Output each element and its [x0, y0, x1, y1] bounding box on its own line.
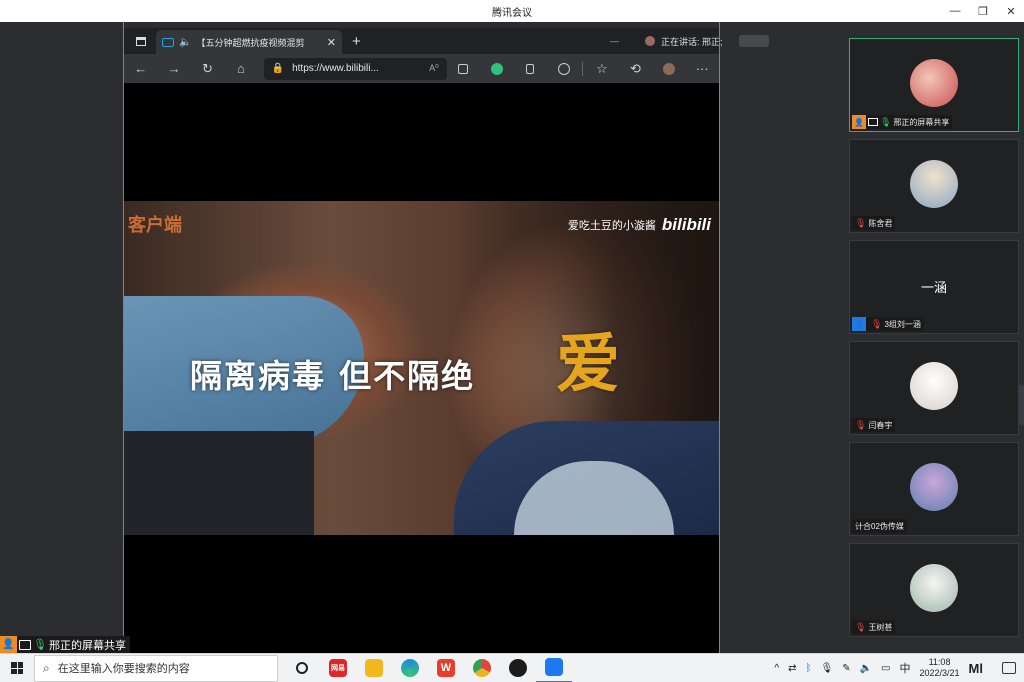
mic-on-icon: 🎙 — [33, 639, 47, 651]
participant-avatar — [910, 59, 958, 107]
share-border — [123, 22, 720, 653]
participant-label: 🎙 王树甚 — [852, 620, 896, 634]
taskbar-app-netease[interactable]: 网易 — [320, 654, 356, 682]
participant-avatar — [910, 463, 958, 511]
participant-label: 🎙 陈舍君 — [852, 216, 896, 230]
speaker-blur-chip — [738, 35, 769, 47]
clock-date: 2022/3/21 — [919, 668, 960, 678]
participant-tile[interactable]: 🎙 闫春宇 — [849, 341, 1019, 435]
mic-muted-icon: 🎙 — [855, 419, 867, 430]
screen-share-icon — [19, 639, 31, 650]
screen-share-label: 👤 🎙 邢正的屏幕共享 — [0, 636, 130, 653]
window-title: 腾讯会议 — [492, 7, 532, 19]
taskbar-search-box[interactable]: ⌕ 在这里输入你要搜索的内容 — [34, 654, 278, 682]
participant-avatar — [910, 160, 958, 208]
edge-icon — [401, 659, 419, 677]
participant-name: 闫春宇 — [868, 420, 893, 430]
start-button[interactable] — [0, 654, 34, 682]
participant-display-name: 一涵 — [920, 280, 947, 295]
bluetooth-icon[interactable]: ᛒ — [806, 663, 812, 674]
search-icon: ⌕ — [43, 660, 50, 675]
screen-share-icon — [868, 118, 878, 126]
host-user-icon: 👤 — [852, 115, 866, 129]
mic-muted-icon: 🎙 — [855, 217, 867, 228]
participant-avatar — [910, 362, 958, 410]
participant-name: 陈舍君 — [868, 218, 893, 228]
mic-on-icon: 🎙 — [880, 116, 892, 127]
cortana-button[interactable] — [284, 654, 320, 682]
participant-tile[interactable]: 👤 🎙 邢正的屏幕共享 — [849, 38, 1019, 132]
minimize-button[interactable]: — — [948, 5, 962, 17]
participant-name: 计合02伪传媒 — [855, 521, 904, 531]
mic-muted-icon: 🎙 — [871, 318, 883, 329]
taskbar-app-chrome[interactable] — [464, 654, 500, 682]
taskbar-app-wps[interactable]: W — [428, 654, 464, 682]
system-tray: ^ ⇄ ᛒ 🎙 ✎ 🔈 ▭ 中 11:08 2022/3/21 Ml — [774, 657, 1024, 679]
taskbar-app-tencent-meeting[interactable] — [536, 654, 572, 682]
user-icon: 👤 — [852, 317, 866, 331]
taskbar-app-edge[interactable] — [392, 654, 428, 682]
participant-name: 邢正的屏幕共享 — [893, 117, 950, 127]
tray-chevron-icon[interactable]: ^ — [774, 663, 779, 674]
mi-app-icon[interactable]: Ml — [969, 661, 983, 676]
panel-drag-handle[interactable] — [1019, 385, 1024, 425]
participant-avatar — [910, 564, 958, 612]
windows-logo-icon — [11, 662, 23, 674]
battery-icon[interactable]: ▭ — [881, 663, 890, 674]
mic-tray-icon[interactable]: 🎙 — [821, 663, 834, 674]
participant-name: 王树甚 — [868, 622, 893, 632]
participant-tile[interactable]: 🎙 王树甚 — [849, 543, 1019, 637]
volume-icon[interactable]: 🔈 — [860, 663, 872, 674]
taskbar-app-file-explorer[interactable] — [356, 654, 392, 682]
pen-icon[interactable]: ✎ — [842, 663, 850, 674]
taskbar-apps: 网易 W — [284, 654, 572, 682]
github-icon — [509, 659, 527, 677]
tencent-meeting-window: 腾讯会议 — ❐ ✕ 🔈 【五分钟超燃抗疫视频混剪 ✕ + — 正在讲话: 邢正… — [0, 0, 1024, 682]
windows-taskbar: ⌕ 在这里输入你要搜索的内容 网易 W ^ ⇄ ᛒ 🎙 ✎ 🔈 ▭ 中 11:0… — [0, 653, 1024, 682]
wps-icon: W — [437, 659, 455, 677]
participant-tile[interactable]: 一涵 👤 🎙 3组刘一涵 — [849, 240, 1019, 334]
netease-icon: 网易 — [329, 659, 347, 677]
taskbar-clock[interactable]: 11:08 2022/3/21 — [920, 657, 960, 679]
participant-tile[interactable]: 🎙 陈舍君 — [849, 139, 1019, 233]
participant-label: 计合02伪传媒 — [852, 519, 907, 533]
close-button[interactable]: ✕ — [1004, 5, 1018, 18]
input-method-indicator[interactable]: 中 — [900, 660, 911, 676]
tray-app-icon[interactable]: ⇄ — [788, 663, 796, 674]
participant-label: 👤 🎙 3组刘一涵 — [852, 317, 924, 331]
share-label-text: 邢正的屏幕共享 — [48, 639, 126, 652]
host-user-icon: 👤 — [0, 636, 17, 653]
search-placeholder: 在这里输入你要搜索的内容 — [57, 663, 190, 675]
cortana-icon — [296, 662, 308, 674]
mic-muted-icon: 🎙 — [855, 621, 867, 632]
window-controls: — ❐ ✕ — [948, 0, 1018, 22]
participant-label: 🎙 闫春宇 — [852, 418, 896, 432]
folder-icon — [365, 659, 383, 677]
chrome-icon — [473, 659, 491, 677]
title-bar: 腾讯会议 — ❐ ✕ — [0, 0, 1024, 22]
taskbar-app-github[interactable] — [500, 654, 536, 682]
tencent-meeting-icon — [545, 658, 563, 676]
notification-icon[interactable] — [1002, 662, 1016, 674]
participant-name: 3组刘一涵 — [884, 319, 921, 329]
participant-label: 👤 🎙 邢正的屏幕共享 — [852, 115, 953, 129]
clock-time: 11:08 — [928, 657, 951, 667]
restore-button[interactable]: ❐ — [976, 5, 990, 18]
participant-tile[interactable]: 计合02伪传媒 — [849, 442, 1019, 536]
